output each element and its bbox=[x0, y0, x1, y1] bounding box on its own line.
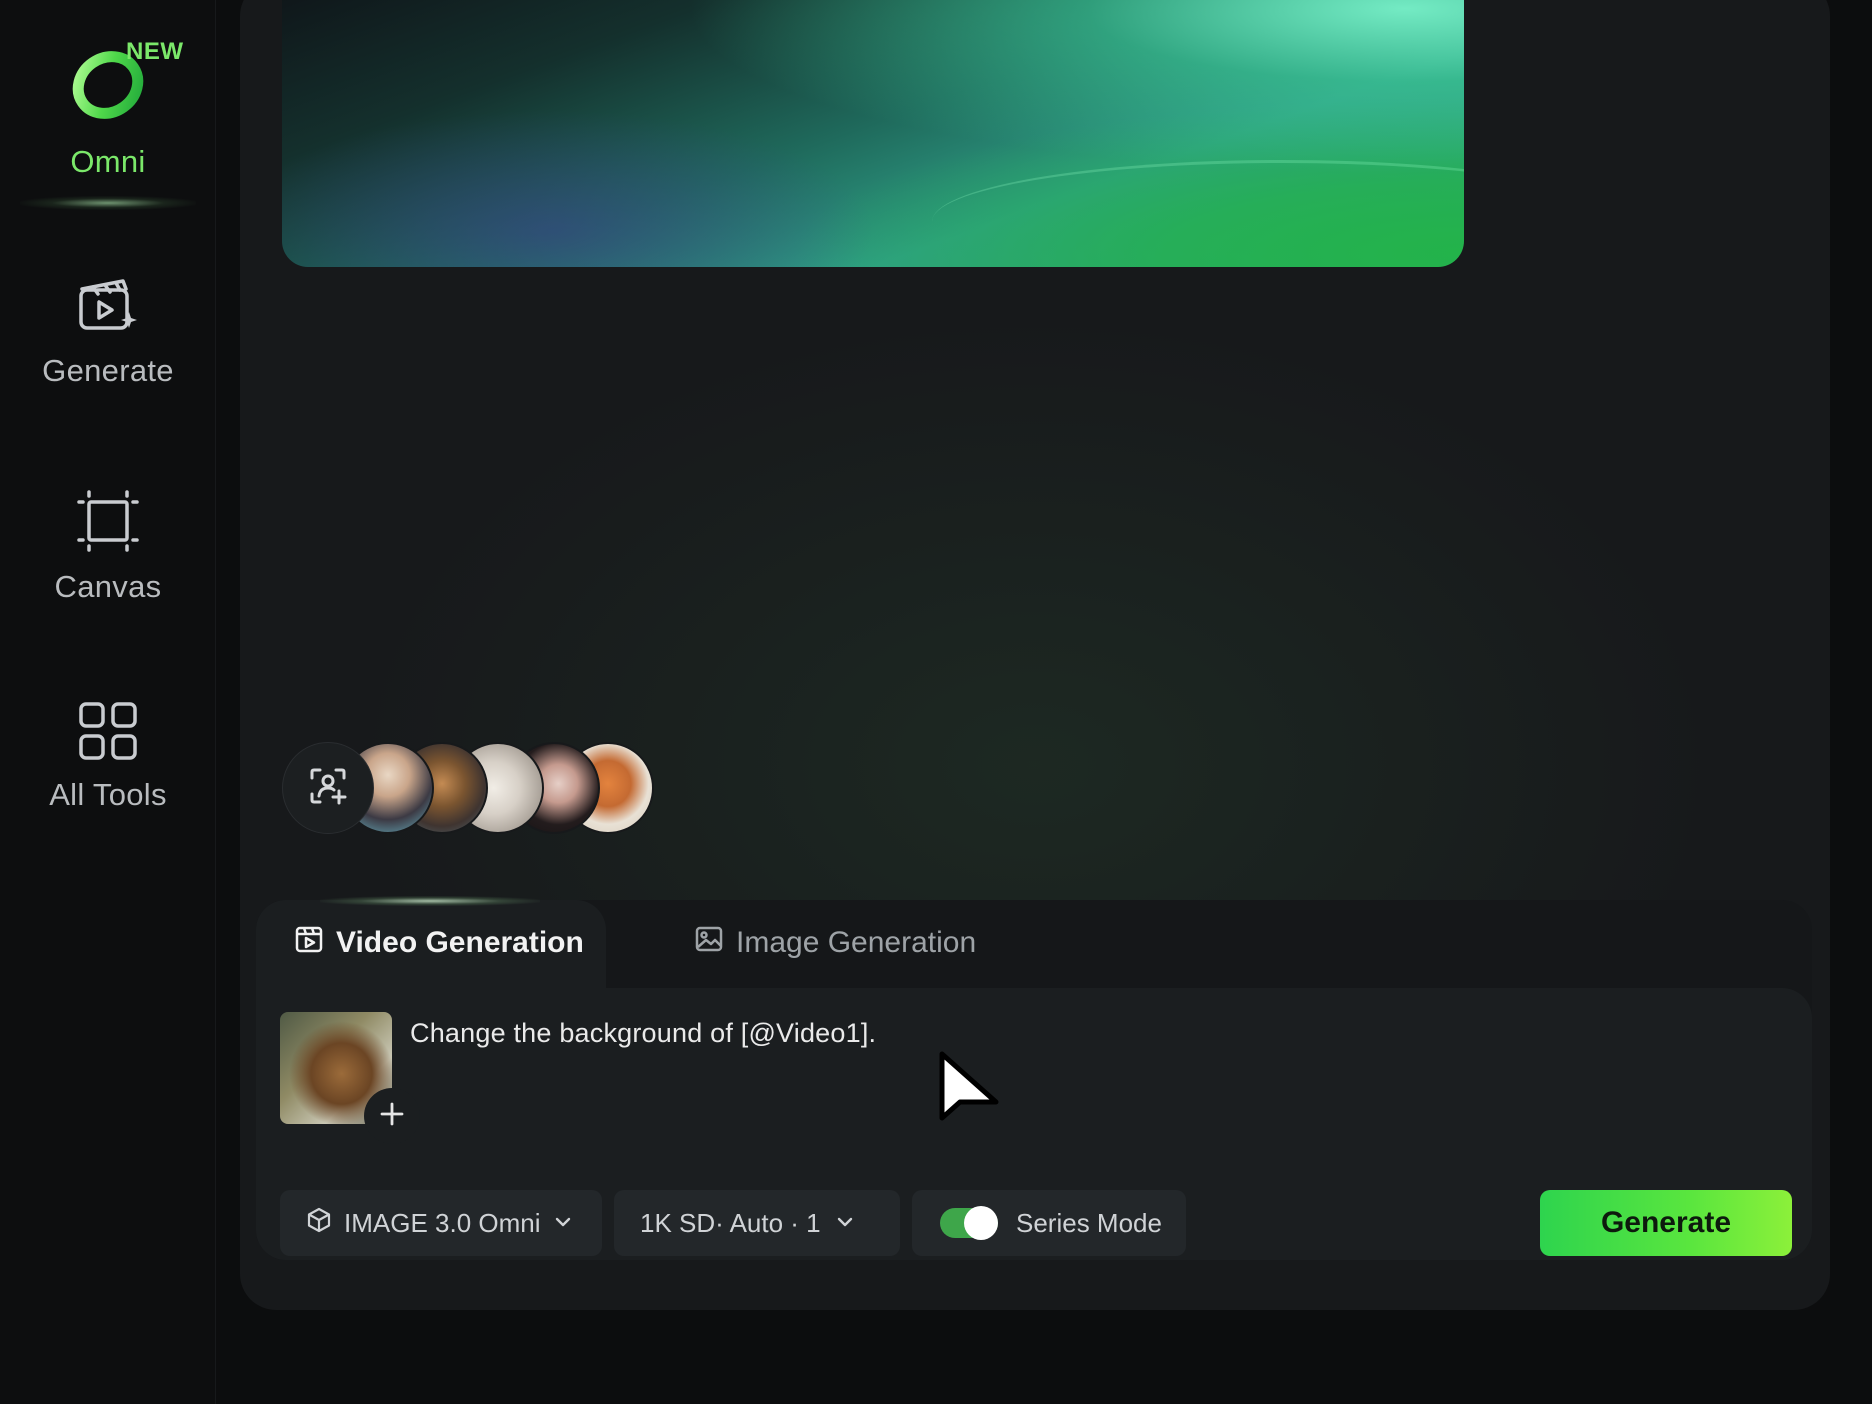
tab-image-generation[interactable]: Image Generation bbox=[694, 918, 976, 968]
prompt-input[interactable]: Change the background of [@Video1]. bbox=[410, 1018, 876, 1049]
sidebar-item-canvas[interactable]: Canvas bbox=[0, 488, 216, 605]
sidebar-item-label: Omni bbox=[70, 144, 146, 179]
hero-banner bbox=[282, 0, 1464, 267]
clapperboard-sparkle-icon bbox=[75, 272, 141, 343]
add-reference-button[interactable] bbox=[364, 1088, 420, 1144]
tab-label: Image Generation bbox=[736, 926, 977, 959]
sidebar-item-generate[interactable]: Generate bbox=[0, 272, 216, 389]
tab-video-generation[interactable]: Video Generation bbox=[294, 918, 584, 968]
prompt-composer: Video Generation Image Generation Change… bbox=[256, 896, 1812, 1260]
composer-controls: IMAGE 3.0 Omni 1K SD· Auto · 1 Series Mo… bbox=[280, 1190, 1792, 1256]
model-label: IMAGE 3.0 Omni bbox=[344, 1207, 541, 1238]
add-person-icon bbox=[308, 766, 348, 811]
chevron-down-icon bbox=[553, 1208, 573, 1239]
new-badge: NEW bbox=[126, 38, 184, 65]
add-character-button[interactable] bbox=[282, 742, 374, 834]
series-mode-toggle[interactable]: Series Mode bbox=[912, 1190, 1186, 1256]
background-glow bbox=[240, 240, 1830, 940]
resolution-select[interactable]: 1K SD· Auto · 1 bbox=[614, 1190, 900, 1256]
plus-icon bbox=[379, 1101, 405, 1132]
main-panel: Video Generation Image Generation Change… bbox=[240, 0, 1830, 1310]
generate-button[interactable]: Generate bbox=[1540, 1190, 1792, 1256]
grid-icon bbox=[77, 700, 139, 767]
sidebar-item-omni[interactable]: Omni bbox=[0, 40, 216, 180]
canvas-frame-icon bbox=[75, 488, 141, 559]
image-icon bbox=[694, 924, 724, 962]
video-icon bbox=[294, 924, 324, 962]
sidebar-item-label: Canvas bbox=[54, 569, 162, 604]
series-mode-label: Series Mode bbox=[1016, 1207, 1162, 1238]
sidebar: Omni NEW Generate Canvas All Tools bbox=[0, 0, 216, 1404]
sidebar-item-all-tools[interactable]: All Tools bbox=[0, 700, 216, 813]
chevron-down-icon bbox=[835, 1208, 855, 1239]
active-tab-glow bbox=[320, 896, 540, 906]
active-indicator bbox=[20, 196, 196, 210]
cube-icon bbox=[306, 1207, 332, 1240]
sidebar-item-label: All Tools bbox=[49, 777, 167, 812]
tab-label: Video Generation bbox=[336, 926, 584, 959]
mouse-cursor-icon bbox=[936, 1050, 1002, 1131]
resolution-label: 1K SD· Auto · 1 bbox=[640, 1207, 821, 1238]
toggle-knob bbox=[964, 1206, 998, 1240]
model-select[interactable]: IMAGE 3.0 Omni bbox=[280, 1190, 602, 1256]
app-root: Omni NEW Generate Canvas All Tools Video… bbox=[0, 0, 1872, 1404]
toggle-switch[interactable] bbox=[940, 1206, 998, 1240]
sidebar-item-label: Generate bbox=[42, 353, 174, 388]
